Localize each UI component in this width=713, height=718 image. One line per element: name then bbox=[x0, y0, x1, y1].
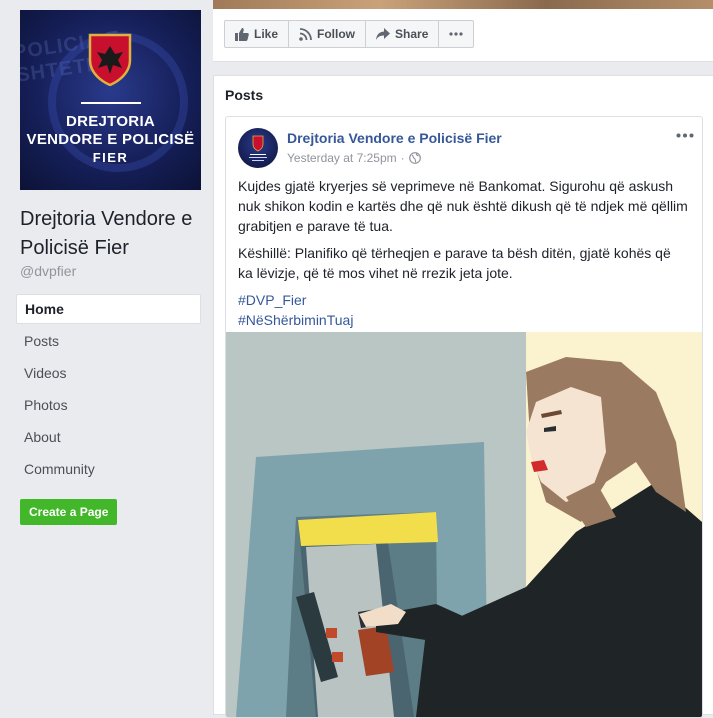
police-shield-icon bbox=[249, 135, 267, 161]
globe-icon[interactable] bbox=[408, 152, 421, 164]
follow-label: Follow bbox=[317, 27, 356, 41]
page-title[interactable]: Drejtoria Vendore e Policisë Fier bbox=[20, 205, 205, 263]
more-horizontal-icon bbox=[676, 133, 694, 138]
post-body: Kujdes gjatë kryerjes së veprimeve në Ba… bbox=[238, 176, 688, 330]
post-options-button[interactable] bbox=[676, 125, 694, 143]
hashtag-link[interactable]: #NëShërbiminTuaj bbox=[238, 310, 688, 330]
cover-photo[interactable] bbox=[213, 0, 713, 9]
post-paragraph-2: Këshillë: Planifiko që tërheqjen e parav… bbox=[238, 245, 671, 281]
police-shield-icon bbox=[88, 33, 132, 86]
post-paragraph-1: Kujdes gjatë kryerjes së veprimeve në Ba… bbox=[238, 178, 688, 234]
like-label: Like bbox=[254, 27, 279, 41]
nav-item-community[interactable]: Community bbox=[16, 454, 201, 486]
nav-item-home[interactable]: Home bbox=[16, 294, 201, 324]
action-bar: Like Follow Share bbox=[213, 9, 713, 62]
post-author-avatar[interactable] bbox=[238, 128, 278, 168]
nav-item-photos[interactable]: Photos bbox=[16, 390, 201, 422]
share-label: Share bbox=[395, 27, 429, 41]
thumbs-up-icon bbox=[235, 27, 249, 41]
post-image[interactable] bbox=[226, 332, 702, 717]
left-column: POLICIA E SHTETIT DREJTORIA VENDORE E PO… bbox=[0, 0, 213, 710]
posts-section-title: Posts bbox=[225, 87, 264, 103]
share-button[interactable]: Share bbox=[366, 21, 440, 47]
rss-follow-icon bbox=[299, 27, 312, 41]
more-options-button[interactable] bbox=[439, 21, 473, 47]
post-meta: Yesterday at 7:25pm · bbox=[287, 151, 421, 165]
page-nav: Home Posts Videos Photos About Community bbox=[16, 294, 201, 486]
more-horizontal-icon bbox=[449, 32, 463, 36]
posts-section: Posts Drejtoria Vendore e Policisë Fier … bbox=[213, 75, 713, 718]
profile-text-line2: VENDORE E POLICISË bbox=[26, 131, 195, 148]
action-button-group: Like Follow Share bbox=[224, 20, 475, 48]
nav-item-posts[interactable]: Posts bbox=[16, 326, 201, 358]
profile-text-line3: FIER bbox=[92, 150, 129, 165]
emblem-divider bbox=[81, 102, 141, 104]
page-handle[interactable]: @dvpfier bbox=[20, 263, 76, 279]
post-card: Drejtoria Vendore e Policisë Fier Yester… bbox=[225, 116, 703, 718]
post-author-name[interactable]: Drejtoria Vendore e Policisë Fier bbox=[287, 130, 502, 146]
hashtag-link[interactable]: #DVP_Fier bbox=[238, 290, 688, 310]
share-arrow-icon bbox=[376, 28, 391, 40]
create-page-button[interactable]: Create a Page bbox=[20, 499, 118, 525]
like-button[interactable]: Like bbox=[225, 21, 290, 47]
post-timestamp[interactable]: Yesterday at 7:25pm bbox=[287, 151, 397, 165]
nav-item-videos[interactable]: Videos bbox=[16, 358, 201, 390]
profile-text-line1: DREJTORIA bbox=[65, 113, 156, 130]
nav-item-about[interactable]: About bbox=[16, 422, 201, 454]
atm-illustration bbox=[226, 332, 702, 717]
profile-picture[interactable]: POLICIA E SHTETIT DREJTORIA VENDORE E PO… bbox=[20, 10, 201, 190]
meta-separator: · bbox=[400, 151, 405, 165]
follow-button[interactable]: Follow bbox=[289, 21, 367, 47]
